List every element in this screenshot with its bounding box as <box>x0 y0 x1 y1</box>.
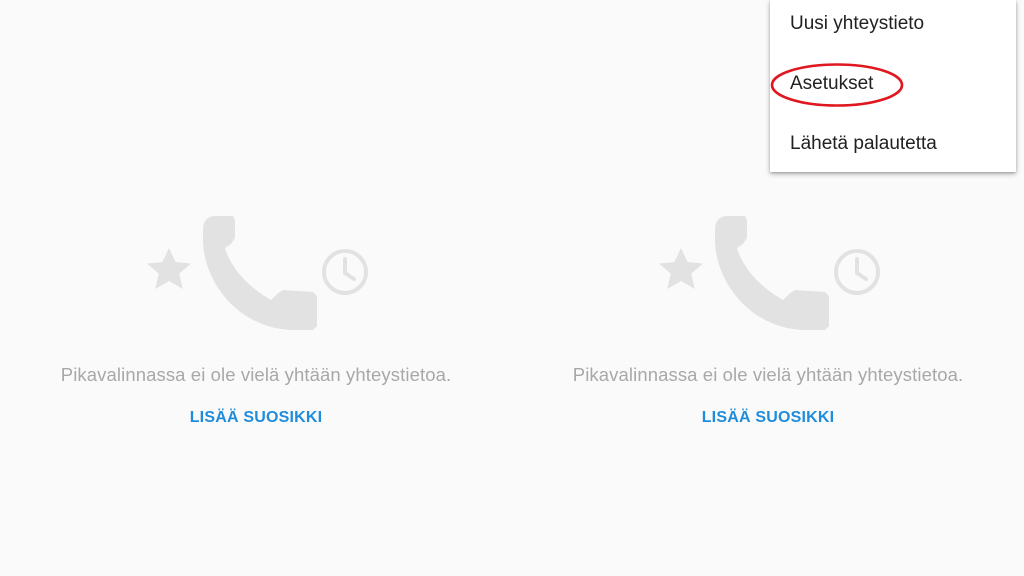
empty-speed-dial-message: Pikavalinnassa ei ole vielä yhtään yhtey… <box>572 364 964 385</box>
dialer-screen: { "colors": { "background": "#fafafa", "… <box>0 0 1024 576</box>
empty-state-illustration <box>653 212 885 334</box>
add-favorite-button[interactable]: LISÄÄ SUOSIKKI <box>512 409 1024 427</box>
empty-state-illustration <box>141 212 373 334</box>
clock-icon <box>834 249 880 295</box>
add-favorite-button[interactable]: LISÄÄ SUOSIKKI <box>0 409 512 427</box>
speed-dial-panel-left: Pikavalinnassa ei ole vielä yhtään yhtey… <box>0 0 512 576</box>
menu-item-send-feedback[interactable]: Lähetä palautetta <box>790 133 937 155</box>
overflow-menu: Uusi yhteystieto Asetukset Lähetä palaut… <box>770 0 1016 172</box>
empty-speed-dial-message: Pikavalinnassa ei ole vielä yhtään yhtey… <box>60 364 452 385</box>
menu-item-new-contact[interactable]: Uusi yhteystieto <box>790 13 924 35</box>
star-icon <box>659 248 703 289</box>
star-icon <box>147 248 191 289</box>
clock-icon <box>322 249 368 295</box>
phone-handset-icon <box>715 216 829 330</box>
menu-item-settings[interactable]: Asetukset <box>790 73 873 95</box>
phone-handset-icon <box>203 216 317 330</box>
